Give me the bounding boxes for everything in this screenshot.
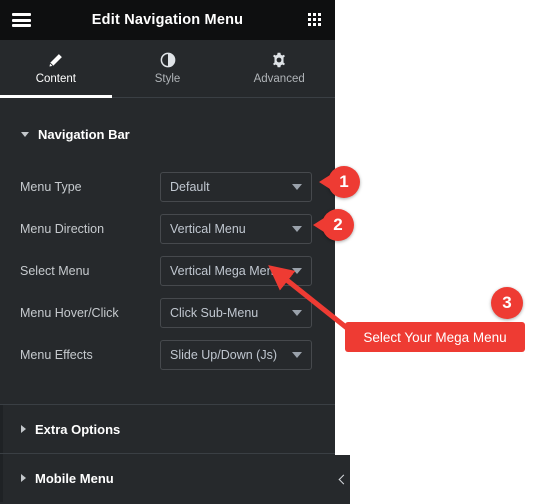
control-row-menu-type: Menu Type Default — [0, 166, 335, 208]
tab-content-label: Content — [35, 73, 76, 85]
caret-right-icon — [21, 425, 26, 433]
chevron-down-icon — [292, 310, 302, 316]
tab-bar: Content Style Advanced — [0, 40, 335, 98]
pencil-icon — [48, 52, 63, 68]
gear-icon — [271, 52, 287, 68]
control-row-select-menu: Select Menu Vertical Mega Menu — [0, 250, 335, 292]
select-menu-direction[interactable]: Vertical Menu — [160, 214, 312, 244]
panel-collapse-handle[interactable] — [335, 455, 350, 504]
section-title-mobile-menu: Mobile Menu — [35, 470, 114, 486]
select-menu-direction-value: Vertical Menu — [170, 222, 246, 236]
tab-style-label: Style — [154, 73, 181, 85]
chevron-down-icon — [292, 352, 302, 358]
chevron-down-icon — [292, 226, 302, 232]
controls-list: Menu Type Default Menu Direction Vertica… — [0, 153, 335, 376]
label-menu-hover-click: Menu Hover/Click — [20, 306, 119, 320]
grid-apps-icon[interactable] — [308, 12, 323, 28]
chevron-down-icon — [292, 268, 302, 274]
annotation-callout-label: Select Your Mega Menu — [345, 322, 525, 352]
editor-panel: Edit Navigation Menu Content Style Advan… — [0, 0, 335, 504]
chevron-left-icon — [338, 474, 349, 485]
select-menu-effects[interactable]: Slide Up/Down (Js) — [160, 340, 312, 370]
caret-down-icon — [21, 132, 29, 137]
tab-advanced-label: Advanced — [253, 73, 305, 85]
annotation-badge-2: 2 — [313, 209, 354, 241]
label-menu-direction: Menu Direction — [20, 222, 105, 236]
select-menu-type[interactable]: Default — [160, 172, 312, 202]
caret-right-icon — [21, 474, 26, 482]
section-navigation-bar: Navigation Bar Menu Type Default Menu Di… — [0, 98, 335, 376]
tab-content[interactable]: Content — [0, 40, 112, 98]
section-mobile-menu[interactable]: Mobile Menu — [0, 453, 335, 502]
section-header-mobile-menu[interactable]: Mobile Menu — [0, 460, 114, 497]
section-title-navigation-bar: Navigation Bar — [38, 127, 130, 142]
select-select-menu-value: Vertical Mega Menu — [170, 264, 281, 278]
section-title-extra-options: Extra Options — [35, 421, 121, 437]
select-menu-hover-click-value: Click Sub-Menu — [170, 306, 259, 320]
tab-style[interactable]: Style — [112, 40, 224, 97]
select-menu-effects-value: Slide Up/Down (Js) — [170, 348, 277, 362]
select-menu-hover-click[interactable]: Click Sub-Menu — [160, 298, 312, 328]
select-select-menu[interactable]: Vertical Mega Menu — [160, 256, 312, 286]
control-row-menu-effects: Menu Effects Slide Up/Down (Js) — [0, 334, 335, 376]
hamburger-icon[interactable] — [12, 13, 31, 27]
page-title: Edit Navigation Menu — [91, 12, 244, 28]
annotation-badge-1: 1 — [319, 166, 360, 198]
label-select-menu: Select Menu — [20, 264, 90, 278]
section-header-extra-options[interactable]: Extra Options — [0, 411, 120, 448]
control-row-menu-direction: Menu Direction Vertical Menu — [0, 208, 335, 250]
panel-header: Edit Navigation Menu — [0, 0, 335, 40]
section-extra-options[interactable]: Extra Options — [0, 404, 335, 453]
contrast-half-circle-icon — [160, 52, 176, 68]
select-menu-type-value: Default — [170, 180, 210, 194]
chevron-down-icon — [292, 184, 302, 190]
label-menu-type: Menu Type — [20, 180, 82, 194]
control-row-menu-hover-click: Menu Hover/Click Click Sub-Menu — [0, 292, 335, 334]
label-menu-effects: Menu Effects — [20, 348, 93, 362]
section-header-navigation-bar[interactable]: Navigation Bar — [0, 116, 335, 153]
annotation-badge-3: 3 — [491, 287, 523, 319]
tab-advanced[interactable]: Advanced — [223, 40, 335, 97]
